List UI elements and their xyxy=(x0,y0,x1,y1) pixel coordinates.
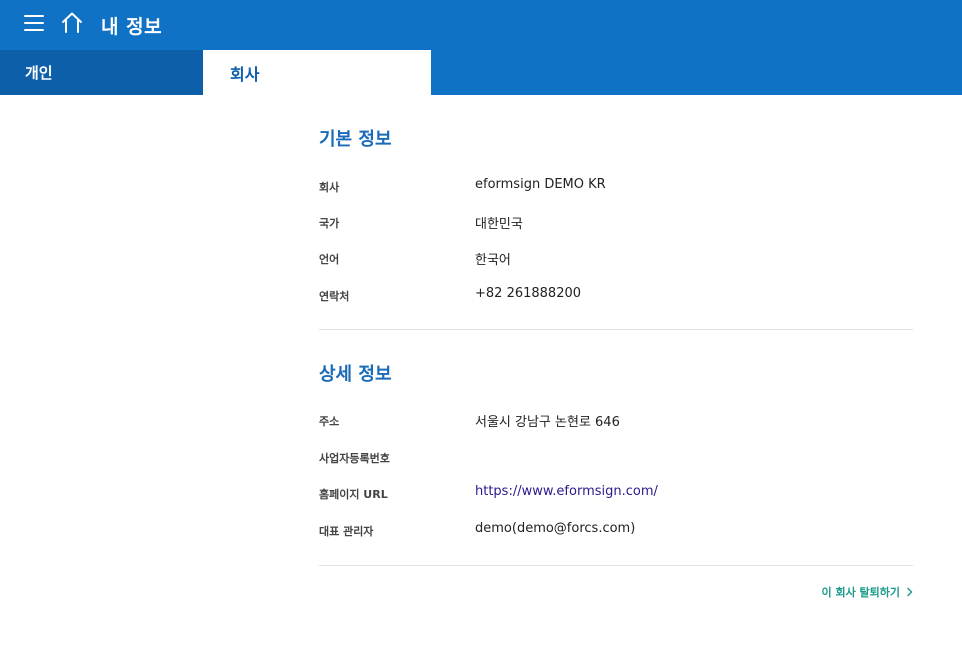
row-value: 한국어 xyxy=(475,253,511,268)
row-label: 회사 xyxy=(319,181,340,194)
info-row-homepage: 홈페이지 URL https://www.eformsign.com/ xyxy=(319,484,913,504)
info-row-language: 언어 한국어 xyxy=(319,249,913,269)
withdraw-label: 이 회사 탈퇴하기 xyxy=(821,586,901,599)
row-value: +82 261888200 xyxy=(475,286,582,301)
home-icon[interactable] xyxy=(60,11,84,35)
tab-bar: 개인 회사 xyxy=(0,50,962,95)
section-divider xyxy=(319,565,913,566)
row-label: 주소 xyxy=(319,415,340,428)
row-value: 대한민국 xyxy=(475,217,523,232)
info-row-phone: 연락처 +82 261888200 xyxy=(319,286,913,306)
info-row-address: 주소 서울시 강남구 논현로 646 xyxy=(319,411,913,431)
homepage-link[interactable]: https://www.eformsign.com/ xyxy=(475,484,658,499)
tab-personal[interactable]: 개인 xyxy=(0,50,203,95)
row-label: 사업자등록번호 xyxy=(319,452,390,465)
info-row-company: 회사 eformsign DEMO KR xyxy=(319,177,913,197)
row-label: 홈페이지 URL xyxy=(319,488,388,501)
row-label: 연락처 xyxy=(319,290,350,303)
basic-info-title: 기본 정보 xyxy=(319,129,392,150)
row-label: 대표 관리자 xyxy=(319,525,374,538)
withdraw-company-link[interactable]: 이 회사 탈퇴하기 xyxy=(822,584,914,600)
hamburger-menu-icon[interactable] xyxy=(24,15,44,33)
tab-company[interactable]: 회사 xyxy=(203,50,431,95)
row-value: 서울시 강남구 논현로 646 xyxy=(475,415,620,430)
row-value: eformsign DEMO KR xyxy=(475,177,606,192)
info-row-country: 국가 대한민국 xyxy=(319,213,913,233)
info-row-business-number: 사업자등록번호 xyxy=(319,448,913,468)
info-row-admin: 대표 관리자 demo(demo@forcs.com) xyxy=(319,521,913,541)
chevron-right-icon xyxy=(907,587,913,597)
row-value: demo(demo@forcs.com) xyxy=(475,521,636,536)
detail-info-title: 상세 정보 xyxy=(319,364,392,385)
row-label: 국가 xyxy=(319,217,340,230)
section-divider xyxy=(319,329,913,330)
page-title: 내 정보 xyxy=(101,16,163,38)
top-app-bar: 내 정보 xyxy=(0,0,962,50)
row-label: 언어 xyxy=(319,253,340,266)
